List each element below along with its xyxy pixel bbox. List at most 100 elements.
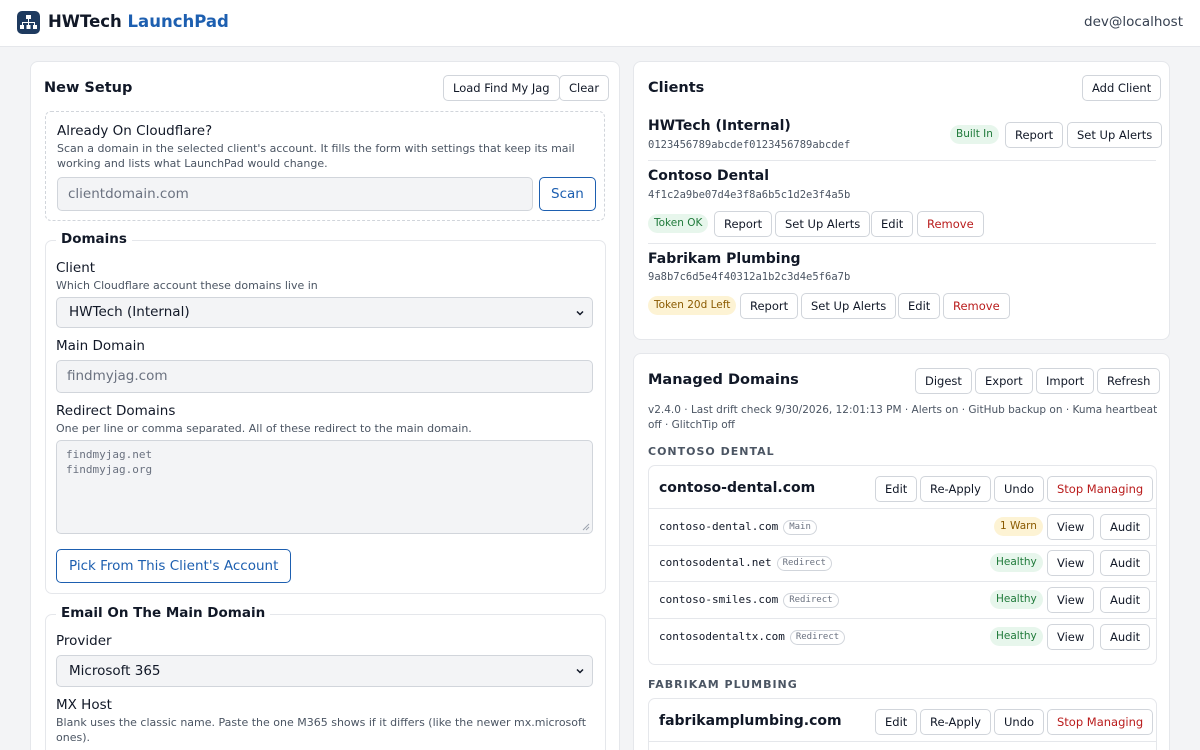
chevron-down-icon: [576, 310, 584, 316]
refresh-button[interactable]: Refresh: [1097, 368, 1161, 394]
load-find-my-jag-button[interactable]: Load Find My Jag: [443, 75, 560, 101]
report-button[interactable]: Report: [1005, 122, 1064, 148]
pick-from-account-button[interactable]: Pick From This Client's Account: [56, 549, 292, 583]
app-name-accent: LaunchPad: [127, 12, 229, 31]
app-name: HWTech: [48, 12, 122, 31]
new-setup-panel: New Setup Load Find My Jag Clear Already…: [30, 61, 620, 750]
view-button[interactable]: View: [1047, 587, 1095, 613]
main-domain-placeholder: findmyjag.com: [67, 368, 168, 384]
redirect-domains-help: One per line or comma separated. All of …: [56, 422, 472, 435]
re-apply-button[interactable]: Re-Apply: [920, 476, 991, 502]
status-badge: Built In: [950, 125, 999, 144]
set-up-alerts-button[interactable]: Set Up Alerts: [1067, 122, 1163, 148]
cloudflare-help: Scan a domain in the selected client's a…: [57, 142, 575, 170]
re-apply-button[interactable]: Re-Apply: [920, 709, 991, 735]
undo-button[interactable]: Undo: [994, 476, 1045, 502]
domain-row-text: contosodental.net: [659, 556, 772, 569]
domain-row-text: contosodentaltx.com: [659, 630, 785, 643]
status-badge: Token OK: [648, 214, 709, 233]
undo-button[interactable]: Undo: [994, 709, 1045, 735]
view-button[interactable]: View: [1047, 550, 1095, 576]
clients-panel: Clients Add Client HWTech (Internal) 012…: [633, 61, 1170, 340]
new-setup-title: New Setup: [44, 80, 133, 96]
domain-type-tag: Main: [783, 520, 817, 535]
domain-card: fabrikamplumbing.com Edit Re-Apply Undo …: [648, 698, 1157, 750]
main-domain-label: Main Domain: [56, 338, 145, 354]
audit-button[interactable]: Audit: [1100, 550, 1151, 576]
set-up-alerts-button[interactable]: Set Up Alerts: [775, 211, 871, 237]
remove-button[interactable]: Remove: [917, 211, 984, 237]
export-button[interactable]: Export: [975, 368, 1033, 394]
status-badge: Token 20d Left: [648, 296, 737, 315]
provider-select-value: Microsoft 365: [69, 663, 161, 679]
remove-button[interactable]: Remove: [943, 293, 1010, 319]
import-button[interactable]: Import: [1036, 368, 1095, 394]
divider: [649, 581, 1156, 582]
view-button[interactable]: View: [1047, 624, 1095, 650]
clear-button[interactable]: Clear: [559, 75, 610, 101]
domain-row-text: contoso-dental.com: [659, 520, 779, 533]
client-id: 9a8b7c6d5e4f40312a1b2c3d4e5f6a7b: [648, 271, 851, 283]
sitemap-logo-icon: [17, 11, 40, 34]
client-id: 0123456789abcdef0123456789abcdef: [648, 139, 851, 151]
audit-button[interactable]: Audit: [1100, 514, 1151, 540]
status-badge: Healthy: [990, 553, 1043, 572]
domain-row-name: contosodentaltx.com Redirect: [659, 630, 846, 645]
mx-host-help: Blank uses the classic name. Paste the o…: [56, 716, 587, 744]
audit-button[interactable]: Audit: [1100, 587, 1151, 613]
managed-domains-panel: Managed Domains Digest Export Import Ref…: [633, 353, 1170, 750]
provider-label: Provider: [56, 633, 112, 649]
clients-title: Clients: [648, 80, 705, 96]
client-name: HWTech (Internal): [648, 118, 791, 134]
report-button[interactable]: Report: [740, 293, 799, 319]
edit-button[interactable]: Edit: [871, 211, 914, 237]
domains-legend: Domains: [56, 231, 132, 247]
client-select-value: HWTech (Internal): [69, 304, 190, 320]
scan-button[interactable]: Scan: [539, 177, 596, 211]
domain-type-tag: Redirect: [776, 556, 832, 571]
client-help: Which Cloudflare account these domains l…: [56, 279, 318, 292]
status-badge: Healthy: [990, 590, 1043, 609]
divider: [648, 243, 1156, 244]
top-bar: HWTech LaunchPad dev@localhost: [0, 0, 1200, 47]
domain-type-tag: Redirect: [789, 630, 846, 645]
redirect-domains-textarea[interactable]: findmyjag.net findmyjag.org: [56, 440, 593, 534]
domain-row-name: contoso-dental.com Main: [659, 520, 817, 535]
status-badge: 1 Warn: [994, 517, 1043, 536]
divider: [649, 508, 1156, 509]
stop-managing-button[interactable]: Stop Managing: [1047, 709, 1154, 735]
audit-button[interactable]: Audit: [1100, 624, 1151, 650]
set-up-alerts-button[interactable]: Set Up Alerts: [801, 293, 897, 319]
stop-managing-button[interactable]: Stop Managing: [1047, 476, 1154, 502]
main-domain-input[interactable]: findmyjag.com: [56, 360, 593, 393]
cloudflare-scan-box: Already On Cloudflare? Scan a domain in …: [45, 111, 605, 221]
user-label[interactable]: dev@localhost: [1084, 14, 1183, 30]
client-id: 4f1c2a9be07d4e3f8a6b5c1d2e3f4a5b: [648, 189, 851, 201]
domain-card-title: contoso-dental.com: [659, 480, 816, 496]
group-title: CONTOSO DENTAL: [648, 445, 775, 458]
divider: [648, 160, 1156, 161]
client-name: Contoso Dental: [648, 168, 770, 184]
edit-button[interactable]: Edit: [898, 293, 941, 319]
redirect-line-1: findmyjag.net: [66, 448, 153, 461]
provider-select[interactable]: Microsoft 365: [56, 655, 593, 687]
report-button[interactable]: Report: [714, 211, 773, 237]
scan-domain-input[interactable]: clientdomain.com: [57, 177, 533, 211]
domain-card: contoso-dental.com Edit Re-Apply Undo St…: [648, 465, 1157, 665]
group-title: FABRIKAM PLUMBING: [648, 678, 798, 691]
digest-button[interactable]: Digest: [915, 368, 972, 394]
edit-button[interactable]: Edit: [875, 709, 918, 735]
divider: [649, 545, 1156, 546]
view-button[interactable]: View: [1047, 514, 1095, 540]
domain-type-tag: Redirect: [783, 593, 839, 608]
status-line: v2.4.0 · Last drift check 9/30/2026, 12:…: [648, 404, 1158, 431]
client-select[interactable]: HWTech (Internal): [56, 297, 593, 328]
edit-button[interactable]: Edit: [875, 476, 918, 502]
domain-row-name: contosodental.net Redirect: [659, 556, 832, 571]
resize-handle-icon[interactable]: [582, 523, 590, 531]
divider: [649, 618, 1156, 619]
client-label: Client: [56, 260, 96, 276]
domain-card-title: fabrikamplumbing.com: [659, 713, 842, 729]
managed-domains-title: Managed Domains: [648, 372, 799, 388]
add-client-button[interactable]: Add Client: [1082, 75, 1162, 101]
